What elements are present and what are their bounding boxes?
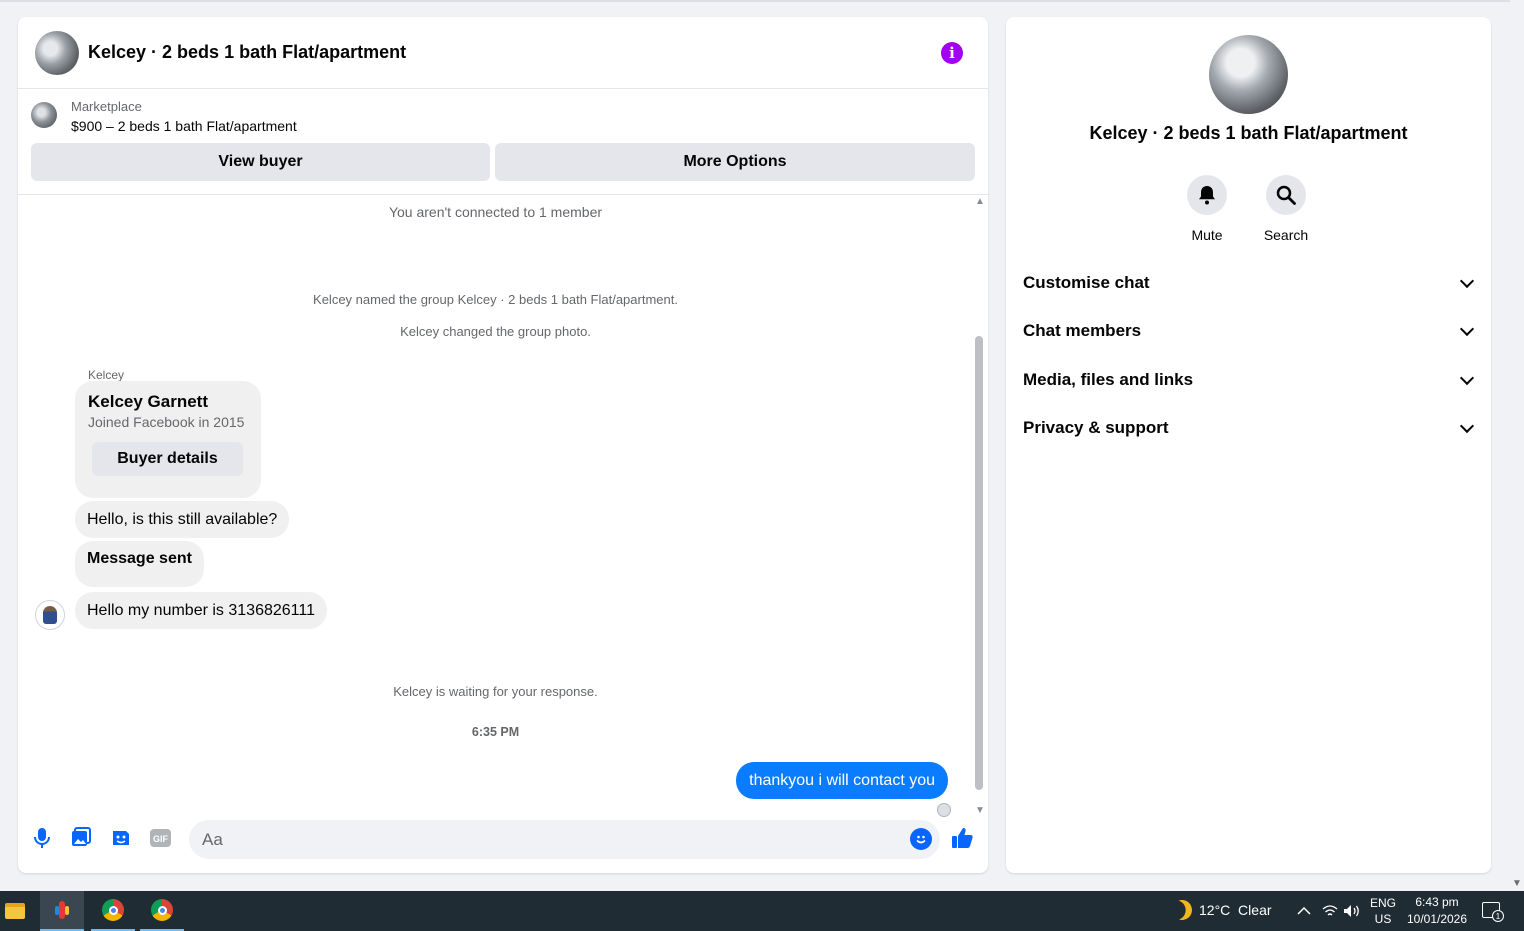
show-hidden-icons-chevron-icon[interactable] <box>1297 891 1311 931</box>
volume-icon[interactable] <box>1343 891 1361 931</box>
message-bubble[interactable]: Message sent <box>75 541 204 587</box>
waiting-notice: Kelcey is waiting for your response. <box>393 684 598 699</box>
language-indicator[interactable]: ENG US <box>1370 891 1396 931</box>
buyer-card: Kelcey Garnett Joined Facebook in 2015 B… <box>75 381 261 498</box>
buyer-joined: Joined Facebook in 2015 <box>88 414 245 430</box>
microphone-icon[interactable] <box>30 826 54 850</box>
message-input[interactable]: Aa <box>189 820 940 859</box>
page-scroll-down-icon[interactable]: ▼ <box>1512 878 1522 889</box>
scroll-down-arrow-icon[interactable]: ▼ <box>975 805 985 816</box>
chrome-profile-h-icon[interactable] <box>91 891 135 931</box>
info-icon[interactable]: i <box>941 41 963 64</box>
photo-attach-icon[interactable] <box>69 826 93 850</box>
file-explorer-icon[interactable] <box>0 891 30 931</box>
seen-indicator-avatar <box>937 803 951 817</box>
bell-icon <box>1187 175 1227 215</box>
conversation-info-panel: Kelcey · 2 beds 1 bath Flat/apartment Mu… <box>1006 17 1491 873</box>
app-pinned-icon[interactable] <box>40 891 84 931</box>
scroll-up-arrow-icon[interactable]: ▲ <box>975 196 985 207</box>
top-strip <box>0 0 1524 2</box>
gif-icon[interactable]: GIF <box>149 826 173 850</box>
search-label: Search <box>1263 227 1309 243</box>
search-button[interactable]: Search <box>1251 175 1321 243</box>
section-media-files-links[interactable]: Media, files and links <box>1023 358 1478 402</box>
outgoing-message-bubble[interactable]: thankyou i will contact you <box>736 762 948 799</box>
section-chat-members[interactable]: Chat members <box>1023 309 1478 353</box>
system-clock[interactable]: 6:43 pm 10/01/2026 <box>1404 894 1470 928</box>
system-message: You aren't connected to 1 member <box>388 204 603 220</box>
svg-text:GIF: GIF <box>153 834 169 844</box>
listing-price[interactable]: $900 – 2 beds 1 bath Flat/apartment <box>71 115 297 137</box>
chat-header: Kelcey · 2 beds 1 bath Flat/apartment i <box>18 17 988 89</box>
weather-widget[interactable]: 12°C Clear <box>1172 900 1272 920</box>
emoji-icon[interactable] <box>910 828 932 850</box>
info-title: Kelcey · 2 beds 1 bath Flat/apartment <box>1089 123 1408 143</box>
clock-time: 6:43 pm <box>1415 895 1459 909</box>
marketplace-bar: Marketplace $900 – 2 beds 1 bath Flat/ap… <box>18 89 988 195</box>
mute-label: Mute <box>1191 227 1223 243</box>
view-buyer-button[interactable]: View buyer <box>31 143 490 181</box>
more-options-button[interactable]: More Options <box>495 143 975 181</box>
message-timestamp: 6:35 PM <box>471 725 520 739</box>
scroll-thumb[interactable] <box>975 336 983 790</box>
moon-icon <box>1169 897 1195 923</box>
windows-taskbar: 12°C Clear ENG US 6:43 pm 10/01/2026 1 <box>0 891 1524 931</box>
section-customise-chat[interactable]: Customise chat <box>1023 261 1478 305</box>
group-avatar[interactable] <box>35 30 79 75</box>
chat-panel: Kelcey · 2 beds 1 bath Flat/apartment i … <box>18 17 988 873</box>
listing-row[interactable]: Marketplace $900 – 2 beds 1 bath Flat/ap… <box>31 99 975 137</box>
system-message: Kelcey changed the group photo. <box>400 324 591 339</box>
info-group-avatar[interactable] <box>1209 35 1288 114</box>
weather-text: 12°C Clear <box>1199 902 1272 918</box>
like-thumbs-up-icon[interactable] <box>951 826 975 850</box>
system-message: Kelcey named the group Kelcey · 2 beds 1… <box>313 292 678 307</box>
message-bubble[interactable]: Hello my number is 3136826111 <box>75 592 327 629</box>
network-icon[interactable] <box>1322 891 1338 931</box>
composer: GIF Aa <box>18 816 988 864</box>
buyer-details-button[interactable]: Buyer details <box>92 442 243 476</box>
sender-avatar[interactable] <box>35 600 65 630</box>
message-input-placeholder: Aa <box>202 829 223 849</box>
message-list: You aren't connected to 1 member Kelcey … <box>18 196 973 817</box>
chevron-down-icon <box>1459 321 1475 336</box>
page-scrollbar[interactable]: ▼ <box>1510 0 1524 891</box>
buyer-name: Kelcey Garnett <box>88 392 208 411</box>
clock-date: 10/01/2026 <box>1406 912 1468 926</box>
mute-button[interactable]: Mute <box>1172 175 1242 243</box>
sticker-icon[interactable] <box>109 826 133 850</box>
chevron-down-icon <box>1459 370 1475 385</box>
listing-thumbnail[interactable] <box>31 102 57 128</box>
chrome-icon[interactable] <box>140 891 184 931</box>
section-privacy-support[interactable]: Privacy & support <box>1023 406 1478 450</box>
notification-count-badge: 1 <box>1492 910 1504 922</box>
message-scrollbar[interactable]: ▲ ▼ <box>973 196 988 816</box>
search-icon <box>1266 175 1306 215</box>
chat-title[interactable]: Kelcey · 2 beds 1 bath Flat/apartment <box>88 42 406 63</box>
sender-name: Kelcey <box>88 368 125 382</box>
chevron-down-icon <box>1459 273 1475 288</box>
message-bubble[interactable]: Hello, is this still available? <box>75 501 290 538</box>
marketplace-label: Marketplace <box>71 99 142 114</box>
chevron-down-icon <box>1459 418 1475 433</box>
